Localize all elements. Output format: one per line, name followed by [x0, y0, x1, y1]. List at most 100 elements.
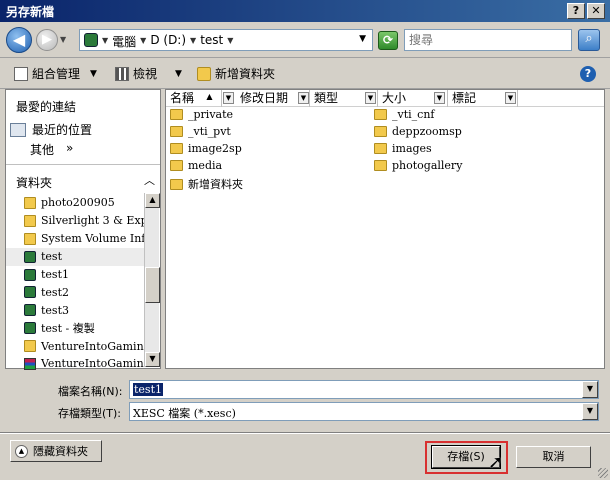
file-item[interactable]: _private [170, 108, 233, 121]
filename-field[interactable]: test1 ▼ [129, 380, 599, 399]
column-header-row: 名稱 ▲ ▼ 修改日期 ▼ 類型 ▼ 大小 ▼ 標記 ▼ [166, 90, 604, 107]
folder-icon [170, 160, 183, 171]
breadcrumb-computer[interactable]: 電腦 [112, 33, 136, 50]
web-folder-icon [24, 286, 36, 299]
folder-label: test2 [41, 285, 69, 299]
column-label: 類型 [314, 91, 339, 105]
breadcrumb-drive-d[interactable]: D (D:) [150, 33, 186, 50]
folder-item[interactable]: test - 複製 [6, 319, 144, 337]
folder-item[interactable]: VentureIntoGaming_ [6, 337, 144, 355]
double-chevron-icon: » [66, 141, 74, 155]
chevron-down-icon[interactable]: ▼ [505, 92, 516, 104]
separator [0, 432, 610, 434]
chevron-down-icon[interactable]: ▼ [223, 92, 234, 104]
folder-item[interactable]: System Volume Infor [6, 230, 144, 248]
forward-button[interactable]: ▶ [36, 29, 58, 51]
file-name: images [392, 142, 432, 155]
address-dropdown-icon[interactable]: ▼ [359, 34, 366, 44]
file-item[interactable]: _vti_pvt [170, 125, 231, 138]
folder-item-selected[interactable]: test [6, 247, 144, 266]
filetype-label: 存檔類型(T): [58, 407, 122, 420]
folder-item[interactable]: photo200905 [6, 194, 144, 212]
refresh-button[interactable]: ⟳ [378, 31, 398, 50]
favorite-link-recent-places[interactable]: 最近的位置 [10, 121, 92, 138]
navigation-pane: 最愛的連結 最近的位置 其他 » 資料夾 ︿ photo200905 Silve… [5, 89, 161, 370]
column-label: 大小 [382, 91, 407, 105]
file-list-pane: 名稱 ▲ ▼ 修改日期 ▼ 類型 ▼ 大小 ▼ 標記 ▼ _private _v… [165, 89, 605, 369]
address-row: ◀ ▶ ▼ ▼ 電腦 ▼ D (D:) ▼ test ▼ ▼ ⟳ ⌕ [0, 22, 610, 58]
chevron-down-icon[interactable]: ▼ [140, 33, 146, 50]
organize-menu[interactable]: 組合管理 ▼ [14, 65, 97, 82]
file-item[interactable]: images [374, 142, 432, 155]
sort-asc-icon: ▲ [206, 92, 213, 101]
file-name: _vti_pvt [188, 125, 231, 138]
chevron-down-icon: ▼ [175, 68, 182, 79]
file-name: image2sp [188, 142, 242, 155]
folder-item[interactable]: Silverlight 3 & Expre [6, 212, 144, 230]
file-item[interactable]: image2sp [170, 142, 242, 155]
breadcrumb-test[interactable]: test [200, 33, 223, 50]
search-input-wrapper[interactable] [404, 29, 572, 51]
filename-value[interactable]: test1 [133, 383, 163, 396]
folder-label: photo200905 [41, 196, 115, 210]
organize-icon [14, 66, 28, 81]
filetype-select[interactable]: XESC 檔案 (*.xesc) ▼ [129, 402, 599, 421]
pane-divider [6, 164, 160, 165]
folder-icon [170, 178, 183, 190]
file-item[interactable]: photogallery [374, 159, 462, 172]
chevron-down-icon[interactable]: ▼ [365, 92, 376, 104]
rar-archive-icon [24, 357, 36, 370]
chevron-down-icon[interactable]: ▼ [298, 92, 309, 104]
file-name: photogallery [392, 159, 463, 172]
chevron-down-icon[interactable]: ▼ [102, 33, 108, 50]
chevron-up-icon[interactable]: ︿ [144, 172, 155, 188]
file-item[interactable]: 新增資料夾 [170, 176, 243, 192]
hide-folders-label: 隱藏資料夾 [33, 445, 88, 458]
folder-tree-scrollbar[interactable]: ▲ ▼ [144, 193, 160, 367]
web-folder-icon [24, 322, 36, 335]
resize-grip[interactable] [598, 468, 608, 478]
filetype-value: XESC 檔案 (*.xesc) [133, 407, 236, 420]
more-links[interactable]: 其他 » [30, 141, 73, 158]
scroll-down-icon[interactable]: ▼ [145, 352, 160, 367]
folder-item[interactable]: test2 [6, 283, 144, 301]
chevron-down-icon[interactable]: ▼ [434, 92, 445, 104]
chevron-down-icon[interactable]: ▼ [190, 33, 196, 50]
chevron-down-icon[interactable]: ▼ [227, 33, 233, 50]
search-input[interactable] [405, 30, 571, 50]
folder-icon [24, 340, 36, 353]
hide-folders-button[interactable]: ▲ 隱藏資料夾 [10, 440, 102, 462]
chevron-down-icon[interactable]: ▼ [582, 403, 598, 420]
folder-label: Silverlight 3 & Expre [41, 214, 144, 228]
file-item[interactable]: _vti_cnf [374, 108, 434, 121]
folder-tree: photo200905 Silverlight 3 & Expre System… [6, 194, 144, 373]
help-button[interactable]: ? [567, 3, 585, 19]
search-button[interactable]: ⌕ [578, 29, 600, 51]
folder-icon [24, 196, 36, 209]
scroll-thumb[interactable] [145, 267, 160, 303]
folder-item[interactable]: test1 [6, 266, 144, 284]
close-button[interactable]: ✕ [587, 3, 605, 19]
folder-item[interactable]: VentureIntoGaming_ [6, 355, 144, 373]
scroll-up-icon[interactable]: ▲ [145, 193, 160, 208]
back-button[interactable]: ◀ [6, 27, 32, 53]
history-dropdown-icon[interactable]: ▼ [60, 35, 66, 44]
web-folder-icon [24, 304, 36, 317]
chevron-down-icon: ▼ [90, 68, 97, 79]
views-menu[interactable]: 檢視 ▼ [115, 65, 182, 82]
cancel-button[interactable]: 取消 [516, 446, 591, 468]
help-icon[interactable]: ? [580, 66, 596, 82]
folder-icon [374, 126, 387, 137]
file-item[interactable]: media [170, 159, 222, 172]
file-item[interactable]: deppzoomsp [374, 125, 462, 138]
new-folder-button[interactable]: 新增資料夾 [197, 65, 275, 82]
folders-header[interactable]: 資料夾 [16, 174, 52, 191]
file-name: 新增資料夾 [188, 178, 243, 191]
folder-item[interactable]: test3 [6, 301, 144, 319]
column-label: 名稱 [170, 91, 195, 105]
toolbar: 組合管理 ▼ 檢視 ▼ 新增資料夾 ? [0, 59, 610, 89]
address-bar[interactable]: ▼ 電腦 ▼ D (D:) ▼ test ▼ ▼ [79, 29, 373, 51]
folder-icon [170, 143, 183, 154]
recent-places-icon [10, 122, 26, 137]
chevron-down-icon[interactable]: ▼ [582, 381, 598, 398]
